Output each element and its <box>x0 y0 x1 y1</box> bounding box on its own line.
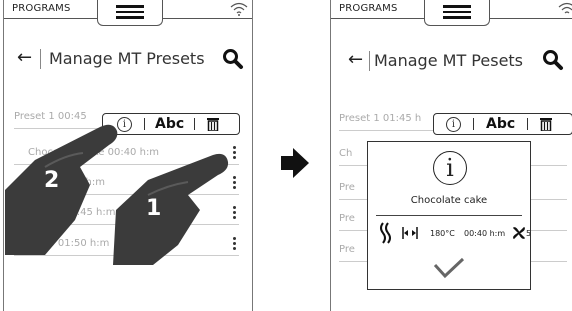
hamburger-icon[interactable] <box>116 5 144 19</box>
menu-tab[interactable] <box>424 0 490 26</box>
header-divider <box>369 51 370 71</box>
preset-label: Pre <box>339 244 355 255</box>
info-icon[interactable]: i <box>446 116 461 132</box>
fan-level: 5 <box>526 229 532 238</box>
programs-label[interactable]: PROGRAMS <box>339 3 398 14</box>
menu-separator <box>144 118 145 130</box>
menu-separator <box>194 118 196 130</box>
wifi-icon <box>558 2 572 14</box>
preset-label: Pre <box>339 182 355 193</box>
preset-time: 00:40 h:m <box>464 229 506 238</box>
hand-pointer-1 <box>113 153 229 265</box>
search-icon[interactable] <box>542 49 564 71</box>
preset-parameters: 180°C 00:40 h:m 5 <box>378 222 532 244</box>
search-icon[interactable] <box>222 48 244 70</box>
back-arrow-icon[interactable]: ← <box>348 49 363 70</box>
preset-label: Pre <box>339 213 355 224</box>
page-title: Manage MT Pesets <box>374 51 524 70</box>
rename-button[interactable]: Abc <box>155 116 184 132</box>
preset-temperature: 180°C <box>430 229 455 238</box>
step-number-2: 2 <box>44 168 60 193</box>
right-arrow-icon <box>281 148 309 178</box>
fan-icon <box>513 227 525 239</box>
menu-separator <box>473 118 474 130</box>
wifi-icon <box>230 2 248 16</box>
header-divider <box>40 49 41 69</box>
heating-mode-icon <box>380 222 391 244</box>
preset-label: Ch <box>339 148 353 159</box>
delete-icon[interactable] <box>540 117 553 131</box>
hamburger-icon[interactable] <box>443 5 471 19</box>
confirm-check-icon[interactable] <box>433 257 465 279</box>
step-number-1: 1 <box>146 196 162 221</box>
programs-label[interactable]: PROGRAMS <box>12 3 71 14</box>
page-title: Manage MT Presets <box>49 49 205 68</box>
delete-icon[interactable] <box>207 117 220 131</box>
preset-name: Chocolate cake <box>410 195 488 206</box>
preset-label: Preset 1 01:45 h <box>339 113 422 124</box>
preset-info-dialog: i Chocolate cake 180°C 00:40 h:m 5 <box>367 141 531 290</box>
info-large-icon: i <box>433 151 467 185</box>
rename-button[interactable]: Abc <box>486 116 515 132</box>
menu-tab[interactable] <box>97 0 163 26</box>
dialog-divider <box>376 215 522 216</box>
back-arrow-icon[interactable]: ← <box>17 47 32 68</box>
context-menu: i Abc <box>433 113 572 135</box>
menu-separator <box>527 118 529 130</box>
temperature-probe-icon <box>402 227 418 239</box>
